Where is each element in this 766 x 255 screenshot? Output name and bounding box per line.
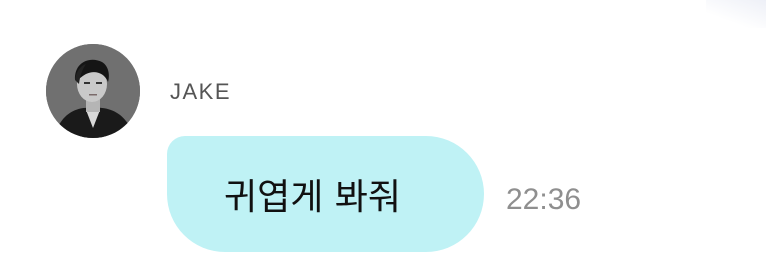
corner-shade (706, 0, 766, 28)
message-text: 귀엽게 봐줘 (223, 177, 402, 218)
sender-name: JAKE (170, 79, 232, 104)
avatar-photo (46, 44, 140, 138)
chat-screen: JAKE 귀엽게 봐줘 22:36 (0, 0, 766, 255)
message-bubble[interactable]: 귀엽게 봐줘 (167, 136, 484, 252)
avatar[interactable] (46, 44, 140, 138)
message-timestamp: 22:36 (506, 183, 582, 216)
